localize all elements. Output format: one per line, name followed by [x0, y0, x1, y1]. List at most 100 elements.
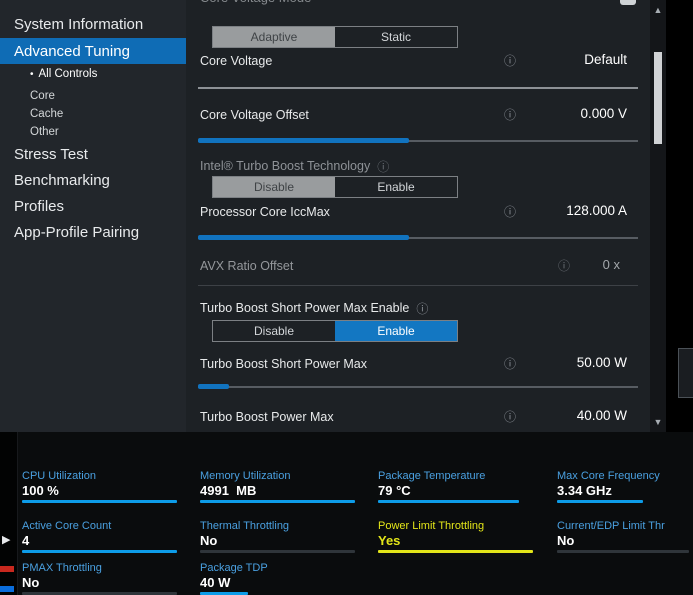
monitor-tile-power-limit-throttling[interactable]: Power Limit Throttling Yes — [378, 520, 538, 553]
turbo-boost-short-power-enable-toggle: Disable Enable — [212, 320, 458, 342]
core-voltage-offset-value[interactable]: 0.000 V — [580, 106, 627, 121]
processor-core-iccmax-row: Processor Core IccMax ⓘ 128.000 A — [198, 203, 638, 223]
short-power-max-slider[interactable] — [198, 384, 638, 389]
tile-bar — [22, 550, 177, 553]
power-max-value[interactable]: 40.00 W — [577, 408, 627, 423]
enable-button[interactable]: Enable — [335, 177, 457, 197]
static-button[interactable]: Static — [335, 27, 457, 47]
core-voltage-mode-toggle: Adaptive Static — [212, 26, 458, 48]
avx-ratio-offset-row: AVX Ratio Offset ⓘ 0 x — [198, 257, 638, 277]
sidebar-item-advanced-tuning[interactable]: Advanced Tuning — [0, 38, 186, 64]
core-voltage-row: Core Voltage ⓘ Default — [198, 52, 638, 72]
sidebar-item-system-information[interactable]: System Information — [0, 12, 186, 36]
control-label: Turbo Boost Power Max — [200, 410, 334, 424]
scrollbar[interactable]: ▲ ▼ — [650, 0, 666, 432]
tile-label: Package TDP — [200, 562, 360, 575]
info-icon[interactable]: ⓘ — [504, 108, 516, 122]
sidebar: System Information Advanced Tuning • All… — [0, 0, 186, 432]
iccmax-slider[interactable] — [198, 235, 638, 240]
sidebar-item-stress-test[interactable]: Stress Test — [0, 142, 186, 166]
monitor-tile-pmax-throttling[interactable]: PMAX Throttling No — [22, 562, 182, 595]
tile-bar — [557, 500, 643, 503]
info-icon[interactable]: ⓘ — [504, 205, 516, 219]
tile-value: No — [22, 575, 182, 591]
turbo-boost-tech-toggle: Disable Enable — [212, 176, 458, 198]
disable-button[interactable]: Disable — [213, 321, 335, 341]
info-icon[interactable]: ⓘ — [504, 410, 516, 424]
blue-legend-bar — [0, 586, 14, 592]
partial-right-panel — [678, 348, 693, 398]
sidebar-item-cache[interactable]: Cache — [0, 106, 186, 122]
iccmax-value[interactable]: 128.000 A — [566, 203, 627, 218]
tile-value: 40 W — [200, 575, 360, 591]
tile-bar — [22, 500, 177, 503]
monitor-tile-cpu-utilization[interactable]: CPU Utilization 100 % — [22, 470, 182, 503]
slider-fill — [198, 235, 409, 240]
info-icon[interactable]: ⓘ — [377, 158, 389, 175]
monitor-tile-thermal-throttling[interactable]: Thermal Throttling No — [200, 520, 360, 553]
monitor-tile-current-edp-limit-throttling[interactable]: Current/EDP Limit Thr No — [557, 520, 693, 553]
tile-value: 4 — [22, 533, 182, 549]
scroll-down-icon[interactable]: ▼ — [650, 417, 666, 427]
control-label: Core Voltage Offset — [200, 108, 309, 122]
tile-label: Thermal Throttling — [200, 520, 360, 533]
expand-arrow-icon[interactable]: ▶ — [2, 535, 10, 546]
section-label-text: Turbo Boost Short Power Max Enable — [200, 301, 409, 315]
partial-top-icon — [620, 0, 636, 5]
left-edge-strip: ▶ — [0, 432, 18, 595]
bullet-icon: • — [30, 69, 34, 80]
control-label: AVX Ratio Offset — [200, 259, 293, 273]
tile-bar — [378, 550, 533, 553]
tile-label: Memory Utilization — [200, 470, 360, 483]
tile-label: PMAX Throttling — [22, 562, 182, 575]
turbo-boost-short-power-max-row: Turbo Boost Short Power Max ⓘ 50.00 W — [198, 355, 638, 375]
info-icon[interactable]: ⓘ — [504, 357, 516, 371]
adaptive-button[interactable]: Adaptive — [213, 27, 335, 47]
section-divider — [198, 285, 638, 286]
monitor-tile-package-tdp[interactable]: Package TDP 40 W — [200, 562, 360, 595]
tile-label: Power Limit Throttling — [378, 520, 538, 533]
core-voltage-offset-slider[interactable] — [198, 138, 638, 143]
sidebar-item-core[interactable]: Core — [0, 88, 186, 104]
tuning-controls-panel: Core Voltage Mode Adaptive Static Core V… — [186, 0, 650, 432]
core-voltage-offset-row: Core Voltage Offset ⓘ 0.000 V — [198, 106, 638, 126]
info-icon[interactable]: ⓘ — [504, 54, 516, 68]
tile-value: No — [557, 533, 693, 549]
tile-value: Yes — [378, 533, 538, 549]
sidebar-item-other[interactable]: Other — [0, 124, 186, 140]
monitor-tile-memory-utilization[interactable]: Memory Utilization 4991 MB — [200, 470, 360, 503]
tile-label: Current/EDP Limit Thr — [557, 520, 693, 533]
scroll-up-icon[interactable]: ▲ — [650, 5, 666, 15]
sidebar-item-benchmarking[interactable]: Benchmarking — [0, 168, 186, 192]
sidebar-item-all-controls[interactable]: • All Controls — [0, 66, 186, 82]
enable-button[interactable]: Enable — [335, 321, 457, 341]
section-label-text: Intel® Turbo Boost Technology — [200, 159, 370, 173]
info-icon[interactable]: ⓘ — [416, 300, 428, 317]
monitor-tile-active-core-count[interactable]: Active Core Count 4 — [22, 520, 182, 553]
tile-label: Max Core Frequency — [557, 470, 693, 483]
control-label: Turbo Boost Short Power Max — [200, 357, 367, 371]
sidebar-item-profiles[interactable]: Profiles — [0, 194, 186, 218]
tile-label: Active Core Count — [22, 520, 182, 533]
disable-button[interactable]: Disable — [213, 177, 335, 197]
tile-bar — [378, 500, 519, 503]
slider-fill — [198, 138, 409, 143]
tile-value: 100 % — [22, 483, 182, 499]
turbo-boost-power-max-row: Turbo Boost Power Max ⓘ 40.00 W — [198, 408, 638, 428]
short-power-max-value[interactable]: 50.00 W — [577, 355, 627, 370]
monitor-tile-max-core-frequency[interactable]: Max Core Frequency 3.34 GHz — [557, 470, 693, 503]
core-voltage-slider[interactable] — [198, 87, 638, 89]
turbo-boost-short-power-enable-label: Turbo Boost Short Power Max Enable ⓘ — [200, 300, 428, 316]
clipped-control-label: Core Voltage Mode — [200, 0, 311, 6]
tile-bar — [200, 500, 355, 503]
sidebar-item-app-profile-pairing[interactable]: App-Profile Pairing — [0, 220, 186, 244]
tile-label: CPU Utilization — [22, 470, 182, 483]
scrollbar-thumb[interactable] — [654, 52, 662, 144]
monitor-tile-package-temperature[interactable]: Package Temperature 79 °C — [378, 470, 538, 503]
tile-value: 3.34 GHz — [557, 483, 693, 499]
tile-label: Package Temperature — [378, 470, 538, 483]
core-voltage-value[interactable]: Default — [584, 52, 627, 67]
xtu-app-window: System Information Advanced Tuning • All… — [0, 0, 693, 595]
red-legend-bar — [0, 566, 14, 572]
tile-value: 4991 MB — [200, 483, 360, 499]
